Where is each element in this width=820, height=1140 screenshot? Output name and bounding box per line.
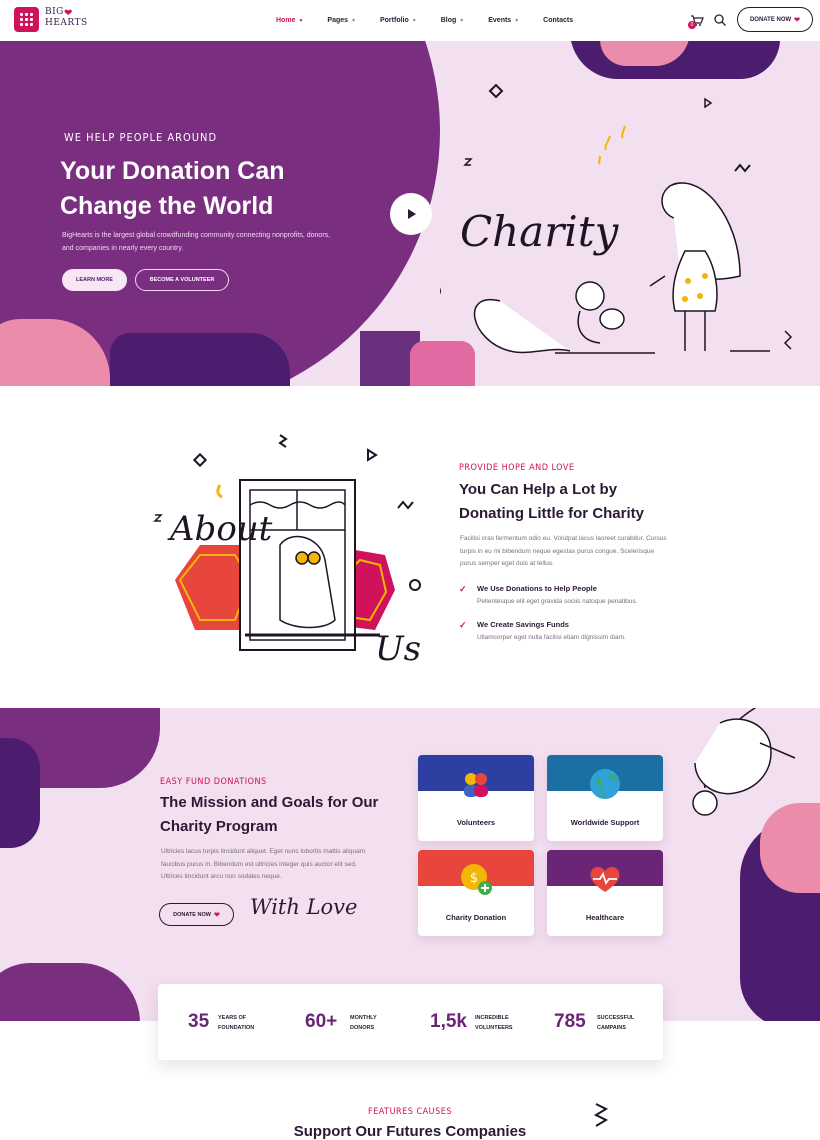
- learn-more-button[interactable]: LEARN MORE: [62, 269, 127, 291]
- about-kicker: PROVIDE HOPE AND LOVE: [459, 463, 575, 473]
- with-love-script: With Love: [250, 895, 358, 919]
- nav-label: Events: [488, 17, 512, 24]
- cart-count-badge: 0: [688, 21, 696, 29]
- card-label: Healthcare: [585, 913, 625, 922]
- donate-label: DONATE NOW: [749, 16, 792, 23]
- check-icon: ✓: [459, 620, 467, 630]
- about-script-text: About: [167, 509, 273, 549]
- nav-label: Blog: [440, 17, 457, 24]
- stat-value: 1,5k: [430, 1011, 467, 1032]
- mission-donate-button[interactable]: DONATE NOW ❤: [159, 903, 234, 926]
- decor-shape: [110, 333, 290, 386]
- hero-section: WE HELP PEOPLE AROUND Your Donation Can …: [0, 41, 820, 386]
- card-label: Charity Donation: [445, 913, 507, 922]
- card-worldwide-support[interactable]: Worldwide Support: [547, 755, 663, 841]
- decor-shape: [0, 738, 40, 848]
- stat-label: MONTHLY DONORS: [350, 1015, 377, 1031]
- hero-title: Your Donation Can Change the World: [60, 157, 285, 220]
- point-title: We Use Donations to Help People: [477, 584, 597, 593]
- logo-line1: BIG: [45, 7, 64, 17]
- causes-kicker: FEATURES CAUSES: [368, 1107, 452, 1117]
- stat-value: 785: [554, 1011, 586, 1032]
- menu-grid-button[interactable]: [14, 7, 39, 32]
- search-icon[interactable]: [713, 13, 727, 27]
- about-us-illustration: About Us: [153, 434, 421, 669]
- squiggle-decor: [593, 1103, 609, 1127]
- stat-value: 35: [188, 1011, 210, 1032]
- play-icon: [408, 209, 416, 219]
- stat-label: INCREDIBLE VOLUNTEERS: [475, 1015, 513, 1031]
- check-icon: ✓: [459, 584, 467, 594]
- nav-item-pages[interactable]: Pages ▼: [327, 17, 356, 24]
- people-icon: [464, 773, 488, 797]
- card-volunteers[interactable]: Volunteers: [418, 755, 534, 841]
- nav-item-contacts[interactable]: Contacts: [543, 17, 573, 24]
- chevron-down-icon: ▼: [459, 17, 465, 24]
- stats-bar: 35 YEARS OF FOUNDATION 60+ MONTHLY DONOR…: [158, 984, 663, 1060]
- chevron-down-icon: ▼: [298, 17, 304, 24]
- stat-value: 60+: [305, 1011, 338, 1032]
- logo[interactable]: BIG HEARTS: [45, 7, 88, 29]
- about-title: You Can Help a Lot by Donating Little fo…: [459, 481, 644, 522]
- point-title: We Create Savings Funds: [477, 620, 569, 629]
- main-nav: Home ▼ Pages ▼ Portfolio ▼ Blog ▼ Events ▼ Co…: [276, 0, 597, 41]
- stat-label: YEARS OF FOUNDATION: [218, 1015, 255, 1031]
- card-charity-donation[interactable]: $ Charity Donation: [418, 850, 534, 936]
- globe-icon: [590, 769, 620, 799]
- decor-shape: [0, 963, 140, 1021]
- stat-label: SUCCESSFUL CAMPAINS: [597, 1015, 635, 1031]
- chevron-down-icon: ▼: [514, 17, 520, 24]
- point-text: Ullamcorper eget nulla facilisi etiam di…: [477, 634, 626, 641]
- about-description: Facilisi cras fermentum odio eu. Volutpa…: [460, 535, 667, 567]
- site-header: BIG HEARTS ❤ Home ▼ Pages ▼ Portfolio ▼ Blo…: [0, 0, 820, 41]
- donate-now-button[interactable]: DONATE NOW ❤: [737, 7, 813, 32]
- card-label: Worldwide Support: [570, 818, 640, 827]
- heart-icon: ❤: [794, 16, 801, 24]
- nav-label: Pages: [327, 17, 349, 24]
- play-video-button[interactable]: [390, 193, 432, 235]
- donate-label: DONATE NOW: [173, 911, 211, 918]
- logo-line2: HEARTS: [45, 18, 88, 28]
- become-volunteer-button[interactable]: BECOME A VOLUNTEER: [135, 269, 229, 291]
- us-script-text: Us: [375, 629, 421, 669]
- flying-girl-illustration: [692, 708, 796, 816]
- nav-item-events[interactable]: Events ▼: [488, 17, 519, 24]
- mission-description: Ultricies lacus turpis tincidunt aliquet…: [161, 848, 366, 880]
- card-label: Volunteers: [456, 818, 496, 827]
- nav-label: Home: [276, 17, 296, 24]
- nav-item-home[interactable]: Home ▼: [276, 17, 303, 24]
- heart-pulse-icon: [590, 866, 620, 892]
- causes-title: Support Our Futures Companies: [293, 1123, 527, 1140]
- coin-icon: $: [461, 864, 492, 895]
- heart-icon: ❤: [213, 911, 220, 919]
- nav-label: Portfolio: [379, 17, 409, 24]
- mission-title: The Mission and Goals for Our Charity Pr…: [160, 794, 379, 835]
- nav-item-portfolio[interactable]: Portfolio ▼: [380, 17, 417, 24]
- point-text: Pellentesque elit eget gravida sociis na…: [477, 598, 638, 605]
- chevron-down-icon: ▼: [351, 17, 356, 24]
- charity-script-text: Charity: [460, 207, 620, 256]
- grid-icon: [20, 13, 33, 26]
- hero-description: BigHearts is the largest global crowdfun…: [62, 232, 331, 252]
- svg-text:$: $: [470, 871, 478, 886]
- logo-heart-icon: ❤: [64, 8, 73, 19]
- charity-illustration: Charity: [440, 83, 793, 354]
- mission-section: [0, 708, 820, 1021]
- card-healthcare[interactable]: Healthcare: [547, 850, 663, 936]
- nav-label: Contacts: [543, 17, 574, 24]
- chevron-down-icon: ▼: [411, 17, 417, 24]
- mission-kicker: EASY FUND DONATIONS: [160, 777, 267, 787]
- hero-kicker: WE HELP PEOPLE AROUND: [64, 131, 218, 144]
- nav-item-blog[interactable]: Blog ▼: [441, 17, 465, 24]
